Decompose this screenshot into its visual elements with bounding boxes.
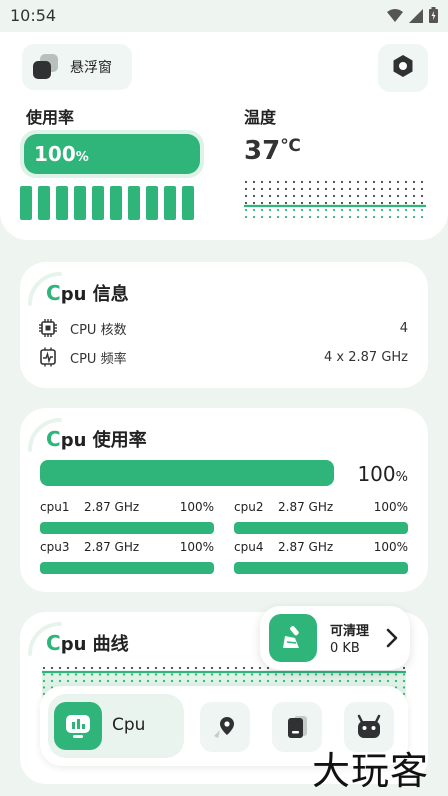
cpu-cores-value: 4 — [399, 320, 408, 336]
usage-label: 使用率 — [26, 108, 75, 127]
signal-icon — [409, 8, 423, 27]
chevron-right-icon — [386, 628, 398, 648]
total-usage-bar — [40, 460, 334, 486]
cpu-frequency-row: CPU 频率 4 x 2.87 GHz — [38, 346, 408, 368]
cpu-frequency-label: CPU 频率 — [70, 351, 127, 367]
core-name: cpu3 — [40, 540, 70, 554]
status-bar: 10:54 — [0, 0, 448, 32]
core-bar — [234, 562, 408, 574]
nav-tab-location[interactable] — [200, 702, 250, 752]
status-icons — [387, 7, 438, 27]
core-cpu1: cpu1 2.87 GHz 100% — [40, 498, 214, 534]
monitor-chart-icon — [54, 702, 102, 750]
frequency-icon — [40, 347, 56, 367]
watermark-logo: 大玩客 — [312, 749, 430, 793]
usage-ticks — [20, 186, 194, 220]
cpu-info-title: Cpu 信息 — [46, 281, 129, 305]
usage-value-text: 100% — [34, 142, 89, 166]
core-bar — [40, 522, 214, 534]
usage-bar-fill: 100% — [24, 134, 200, 174]
core-percent: 100% — [373, 500, 408, 514]
temperature-graph — [244, 180, 426, 219]
cpu-cores-row: CPU 核数 4 — [38, 317, 408, 339]
cpu-frequency-value: 4 x 2.87 GHz — [324, 349, 408, 365]
core-name: cpu1 — [40, 500, 70, 514]
core-frequency: 2.87 GHz — [84, 540, 140, 554]
broom-icon — [269, 614, 317, 662]
core-cpu2: cpu2 2.87 GHz 100% — [234, 498, 408, 534]
cpu-usage-title: Cpu 使用率 — [46, 427, 147, 451]
core-percent: 100% — [179, 500, 214, 514]
core-cpu4: cpu4 2.87 GHz 100% — [234, 538, 408, 574]
total-usage-value: 100% — [357, 462, 408, 486]
core-name: cpu4 — [234, 540, 264, 554]
location-pin-icon — [214, 717, 234, 738]
clean-title: 可清理 — [330, 624, 370, 639]
core-percent: 100% — [179, 540, 214, 554]
cpu-curve-title: Cpu 曲线 — [46, 631, 129, 655]
temperature-label: 温度 — [244, 108, 277, 127]
settings-button[interactable] — [378, 44, 428, 92]
clean-size: 0 KB — [330, 641, 360, 656]
nav-tab-cpu[interactable]: Cpu — [48, 694, 184, 758]
float-window-label: 悬浮窗 — [70, 60, 112, 76]
core-frequency: 2.87 GHz — [84, 500, 140, 514]
core-name: cpu2 — [234, 500, 264, 514]
core-percent: 100% — [373, 540, 408, 554]
battery-icon — [429, 7, 438, 27]
nav-tab-cpu-label: Cpu — [112, 715, 146, 735]
core-frequency: 2.87 GHz — [278, 500, 334, 514]
wifi-icon — [387, 8, 403, 27]
hexagon-settings-icon — [392, 54, 414, 82]
clean-popup[interactable]: 可清理 0 KB — [260, 606, 410, 670]
core-cpu3: cpu3 2.87 GHz 100% — [40, 538, 214, 574]
top-panel: 悬浮窗 使用率 100% 温度 37℃ — [0, 32, 448, 240]
core-bar — [40, 562, 214, 574]
temperature-value: 37℃ — [244, 136, 301, 166]
usage-bar: 100% — [20, 130, 204, 178]
device-card-icon — [288, 716, 307, 738]
cpu-cores-label: CPU 核数 — [70, 322, 127, 338]
android-robot-icon — [357, 714, 381, 738]
cpu-info-card: Cpu 信息 CPU 核数 4 CPU 频率 4 x 2.87 GHz — [20, 262, 428, 388]
float-window-button[interactable]: 悬浮窗 — [22, 44, 132, 90]
core-frequency: 2.87 GHz — [278, 540, 334, 554]
status-time: 10:54 — [10, 6, 57, 25]
chip-icon — [39, 319, 57, 337]
core-bar — [234, 522, 408, 534]
cpu-usage-card: Cpu 使用率 100% cpu1 2.87 GHz 100% cpu2 2.87 G… — [20, 408, 428, 592]
float-window-icon — [30, 52, 60, 82]
